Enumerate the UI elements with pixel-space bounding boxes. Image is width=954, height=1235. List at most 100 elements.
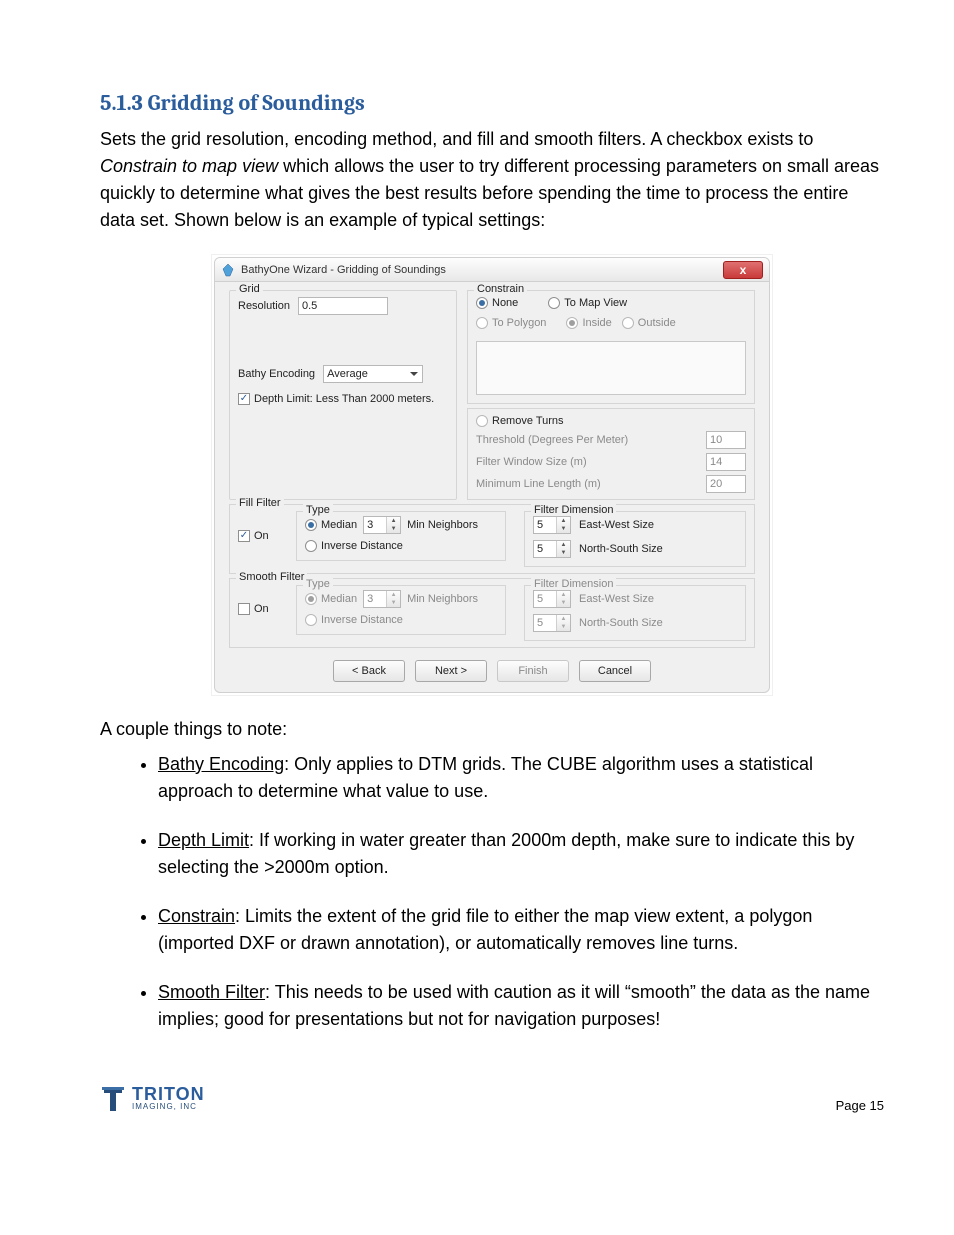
threshold-label: Threshold (Degrees Per Meter) xyxy=(476,434,628,446)
fill-inverse-radio[interactable]: Inverse Distance xyxy=(305,540,497,552)
smooth-filter-legend: Smooth Filter xyxy=(236,571,307,583)
polygon-inside-label: Inside xyxy=(582,317,611,329)
resolution-label: Resolution xyxy=(238,300,290,312)
smooth-ns-label: North-South Size xyxy=(579,617,663,629)
smooth-median-radio: Median xyxy=(305,593,357,605)
note-term: Bathy Encoding xyxy=(158,754,284,774)
wizard-screenshot: BathyOne Wizard - Gridding of Soundings … xyxy=(211,254,773,696)
constrain-column: Constrain None To Map View xyxy=(467,290,755,500)
constrain-none-radio[interactable]: None xyxy=(476,297,518,309)
smooth-inverse-label: Inverse Distance xyxy=(321,614,403,626)
min-line-label: Minimum Line Length (m) xyxy=(476,478,601,490)
constrain-group: Constrain None To Map View xyxy=(467,290,755,404)
spinner-buttons-icon[interactable]: ▲▼ xyxy=(556,541,570,557)
smooth-type-group: Type Median 3 ▲▼ xyxy=(296,585,506,635)
triton-logo: TRITON IMAGING, INC xyxy=(100,1083,205,1113)
resolution-input[interactable]: 0.5 xyxy=(298,297,388,315)
remove-turns-label: Remove Turns xyxy=(492,415,564,427)
fill-filter-legend: Fill Filter xyxy=(236,497,284,509)
logo-brand: TRITON xyxy=(132,1085,205,1103)
window-title: BathyOne Wizard - Gridding of Soundings xyxy=(241,264,723,276)
intro-em: Constrain to map view xyxy=(100,156,278,176)
note-term: Constrain xyxy=(158,906,235,926)
smooth-ns-value: 5 xyxy=(534,615,556,631)
wizard-buttons: < Back Next > Finish Cancel xyxy=(229,652,755,686)
fill-ns-label: North-South Size xyxy=(579,543,663,555)
constrain-legend: Constrain xyxy=(474,283,527,295)
fill-ew-value: 5 xyxy=(534,517,556,533)
checkbox-icon: ✓ xyxy=(238,530,250,542)
fill-median-spinner[interactable]: 3 ▲▼ xyxy=(363,516,401,534)
constrain-none-label: None xyxy=(492,297,518,309)
fill-median-radio[interactable]: Median xyxy=(305,519,357,531)
polygon-outside-radio: Outside xyxy=(622,317,676,329)
list-item: Smooth Filter: This needs to be used wit… xyxy=(158,979,884,1033)
min-line-input: 20 xyxy=(706,475,746,493)
constrain-polygon-radio[interactable]: To Polygon xyxy=(476,317,546,329)
fill-inverse-label: Inverse Distance xyxy=(321,540,403,552)
remove-turns-group: Remove Turns Threshold (Degrees Per Mete… xyxy=(467,408,755,500)
fill-ew-label: East-West Size xyxy=(579,519,654,531)
smooth-inverse-radio: Inverse Distance xyxy=(305,614,497,626)
depth-limit-label: Depth Limit: Less Than 2000 meters. xyxy=(254,393,434,405)
smooth-on-label: On xyxy=(254,603,269,615)
bathy-encoding-select[interactable]: Average xyxy=(323,365,423,383)
constrain-polygon-label: To Polygon xyxy=(492,317,546,329)
spinner-buttons-icon: ▲▼ xyxy=(556,591,570,607)
intro-paragraph: Sets the grid resolution, encoding metho… xyxy=(100,126,884,234)
smooth-filter-group: Smooth Filter On Type xyxy=(229,578,755,648)
notes-intro: A couple things to note: xyxy=(100,716,884,743)
smooth-type-legend: Type xyxy=(303,578,333,590)
smooth-dimension-group: Filter Dimension 5 ▲▼ East-West Size xyxy=(524,585,746,641)
smooth-on-checkbox[interactable]: On xyxy=(238,603,269,615)
notes-list: Bathy Encoding: Only applies to DTM grid… xyxy=(100,751,884,1033)
smooth-median-label: Median xyxy=(321,593,357,605)
remove-turns-radio[interactable]: Remove Turns xyxy=(476,415,746,427)
fill-dimension-group: Filter Dimension 5 ▲▼ East-West Size xyxy=(524,511,746,567)
checkbox-icon: ✓ xyxy=(238,393,250,405)
back-button[interactable]: < Back xyxy=(333,660,405,682)
page-number: Page 15 xyxy=(836,1098,884,1113)
fill-ew-spinner[interactable]: 5 ▲▼ xyxy=(533,516,571,534)
smooth-dim-legend: Filter Dimension xyxy=(531,578,616,590)
fill-min-neighbors-label: Min Neighbors xyxy=(407,519,478,531)
smooth-ew-label: East-West Size xyxy=(579,593,654,605)
page-footer: TRITON IMAGING, INC Page 15 xyxy=(100,1083,884,1113)
filter-window-input: 14 xyxy=(706,453,746,471)
note-term: Depth Limit xyxy=(158,830,249,850)
spinner-buttons-icon[interactable]: ▲▼ xyxy=(386,517,400,533)
list-item: Depth Limit: If working in water greater… xyxy=(158,827,884,881)
fill-ns-spinner[interactable]: 5 ▲▼ xyxy=(533,540,571,558)
wizard-window: BathyOne Wizard - Gridding of Soundings … xyxy=(214,257,770,693)
note-term: Smooth Filter xyxy=(158,982,265,1002)
list-item: Constrain: Limits the extent of the grid… xyxy=(158,903,884,957)
filter-window-label: Filter Window Size (m) xyxy=(476,456,587,468)
section-heading: 5.1.3 Gridding of Soundings xyxy=(100,90,884,116)
constrain-mapview-radio[interactable]: To Map View xyxy=(548,297,627,309)
next-button[interactable]: Next > xyxy=(415,660,487,682)
titlebar: BathyOne Wizard - Gridding of Soundings … xyxy=(215,258,769,282)
logo-icon xyxy=(100,1083,126,1113)
smooth-ew-spinner: 5 ▲▼ xyxy=(533,590,571,608)
bathy-encoding-label: Bathy Encoding xyxy=(238,368,315,380)
app-icon xyxy=(221,263,235,277)
note-text: : This needs to be used with caution as … xyxy=(158,982,870,1029)
fill-ns-value: 5 xyxy=(534,541,556,557)
cancel-button[interactable]: Cancel xyxy=(579,660,651,682)
spinner-buttons-icon[interactable]: ▲▼ xyxy=(556,517,570,533)
fill-type-legend: Type xyxy=(303,504,333,516)
spinner-buttons-icon: ▲▼ xyxy=(386,591,400,607)
note-text: : Limits the extent of the grid file to … xyxy=(158,906,812,953)
close-button[interactable]: x xyxy=(723,261,763,279)
smooth-min-neighbors-label: Min Neighbors xyxy=(407,593,478,605)
depth-limit-checkbox[interactable]: ✓ Depth Limit: Less Than 2000 meters. xyxy=(238,393,448,405)
smooth-ns-spinner: 5 ▲▼ xyxy=(533,614,571,632)
spinner-buttons-icon: ▲▼ xyxy=(556,615,570,631)
logo-sub: IMAGING, INC xyxy=(132,1103,205,1111)
finish-button: Finish xyxy=(497,660,569,682)
fill-on-checkbox[interactable]: ✓ On xyxy=(238,530,269,542)
fill-median-value: 3 xyxy=(364,517,386,533)
fill-type-group: Type Median 3 ▲▼ xyxy=(296,511,506,561)
polygon-outside-label: Outside xyxy=(638,317,676,329)
fill-on-label: On xyxy=(254,530,269,542)
